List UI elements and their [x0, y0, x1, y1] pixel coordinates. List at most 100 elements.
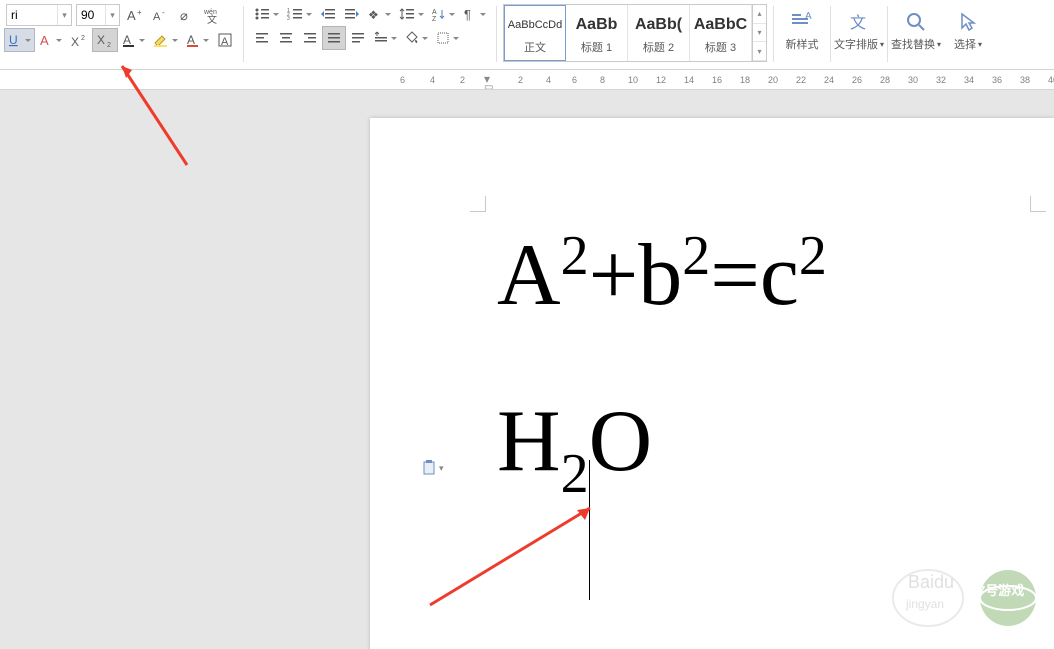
grow-font-button[interactable]: A+ — [122, 3, 148, 27]
text-direction-button[interactable]: ❖ — [364, 2, 395, 26]
style-item[interactable]: AaBb(标题 2 — [628, 5, 690, 61]
font-effects-button[interactable]: A — [35, 28, 66, 52]
align-distribute-button[interactable] — [346, 26, 370, 50]
ruler-tick: 20 — [768, 75, 778, 85]
align-right-button[interactable] — [298, 26, 322, 50]
search-icon — [904, 10, 928, 34]
chevron-down-icon: ▾ — [880, 40, 884, 49]
margin-corner — [470, 196, 486, 212]
svg-text:❖: ❖ — [368, 8, 379, 21]
font-size-combo[interactable]: ▾ — [76, 4, 120, 26]
ruler-tick: 38 — [1020, 75, 1030, 85]
font-color-button[interactable]: A — [182, 28, 213, 52]
font-name-combo[interactable]: ▾ — [6, 4, 72, 26]
text-fill-button[interactable]: A — [118, 28, 149, 52]
line-spacing-button[interactable] — [395, 2, 428, 26]
text: O — [589, 389, 653, 495]
superscript-text: 2 — [682, 223, 710, 290]
typeset-icon: 文 — [847, 10, 871, 34]
svg-text:A: A — [123, 33, 131, 47]
ruler-tick: 16 — [712, 75, 722, 85]
chevron-down-icon: ▾ — [937, 40, 941, 49]
chevron-down-icon[interactable]: ▾ — [105, 5, 119, 25]
typeset-button[interactable]: 文 文字排版▾ — [833, 2, 885, 60]
shrink-font-button[interactable]: A- — [148, 3, 174, 27]
find-replace-label: 查找替换 — [891, 36, 935, 52]
ruler-tick: 4 — [546, 75, 551, 85]
svg-text:⌀: ⌀ — [180, 8, 188, 23]
select-label: 选择 — [954, 36, 976, 52]
svg-text:A: A — [432, 9, 437, 16]
svg-text:3: 3 — [287, 16, 290, 21]
equation-line-2[interactable]: H 2 O — [497, 389, 994, 495]
sort-button[interactable]: AZ — [428, 2, 459, 26]
svg-text:Z: Z — [432, 16, 437, 21]
chevron-down-icon[interactable]: ▾ — [57, 5, 71, 25]
font-size-input[interactable] — [77, 8, 105, 22]
ruler-tick: 32 — [936, 75, 946, 85]
svg-text:文: 文 — [207, 13, 217, 24]
find-replace-button[interactable]: 查找替换▾ — [890, 2, 942, 60]
gallery-scroll[interactable]: ▴ ▾ ▾ — [752, 5, 766, 61]
align-justify-button[interactable] — [322, 26, 346, 50]
svg-text:U: U — [9, 33, 18, 47]
gallery-up-icon[interactable]: ▴ — [753, 5, 766, 24]
font-group: ▾ ▾ A+ A- ⌀ wén文 U A — [0, 2, 241, 67]
ruler-tick: 26 — [852, 75, 862, 85]
superscript-text: 2 — [799, 223, 827, 290]
select-icon — [956, 10, 980, 34]
gallery-down-icon[interactable]: ▾ — [753, 24, 766, 43]
ruler-tick: 6 — [400, 75, 405, 85]
ruler-tick: 28 — [880, 75, 890, 85]
svg-text:X: X — [71, 35, 79, 48]
equation-line-1[interactable]: A 2 +b 2 =c 2 — [497, 223, 994, 329]
svg-text:文: 文 — [850, 14, 866, 32]
paragraph-spacing-button[interactable] — [370, 26, 401, 50]
svg-text:+: + — [137, 8, 142, 17]
numbering-button[interactable]: 123 — [283, 2, 316, 26]
text: +b — [589, 223, 683, 329]
style-item[interactable]: AaBb标题 1 — [566, 5, 628, 61]
increase-indent-button[interactable] — [340, 2, 364, 26]
superscript-text: 2 — [561, 223, 589, 290]
ruler-tick: 2 — [518, 75, 523, 85]
paste-options-button[interactable]: ▾ — [422, 460, 444, 476]
select-button[interactable]: 选择▾ — [942, 2, 994, 60]
ruler-tick: 18 — [740, 75, 750, 85]
svg-text:A: A — [153, 11, 161, 23]
align-center-button[interactable] — [274, 26, 298, 50]
ruler[interactable]: ▾▭ 6422468101214161820222426283032343638… — [0, 70, 1054, 90]
highlight-button[interactable] — [149, 28, 182, 52]
show-marks-button[interactable]: ¶ — [459, 2, 490, 26]
svg-text:2: 2 — [81, 35, 85, 42]
bullets-button[interactable] — [250, 2, 283, 26]
text: A — [497, 223, 561, 329]
svg-text:2: 2 — [107, 42, 111, 48]
style-preview: AaBbC — [694, 11, 747, 39]
indent-handle-icon[interactable]: ▾▭ — [484, 72, 493, 90]
svg-text:A: A — [127, 8, 136, 23]
style-label: 正文 — [524, 39, 546, 55]
underline-button[interactable]: U — [4, 28, 35, 52]
align-left-button[interactable] — [250, 26, 274, 50]
character-border-button[interactable]: A — [213, 28, 237, 52]
gallery-more-icon[interactable]: ▾ — [753, 42, 766, 61]
decrease-indent-button[interactable] — [316, 2, 340, 26]
watermark-logo: Baidu jingyan 7号游戏 — [878, 553, 1048, 643]
document-body[interactable]: A 2 +b 2 =c 2 H 2 O — [497, 223, 994, 494]
clear-format-button[interactable]: ⌀ — [174, 3, 200, 27]
typeset-label: 文字排版 — [834, 36, 878, 52]
superscript-button[interactable]: X2 — [66, 28, 92, 52]
subscript-button[interactable]: X2 — [92, 28, 118, 52]
style-item[interactable]: AaBbCcDd正文 — [504, 5, 566, 61]
font-name-input[interactable] — [7, 8, 57, 22]
margin-corner — [1030, 196, 1046, 212]
shading-button[interactable] — [401, 26, 432, 50]
new-style-button[interactable]: A 新样式 — [776, 2, 828, 60]
ruler-tick: 36 — [992, 75, 1002, 85]
phonetic-guide-button[interactable]: wén文 — [200, 3, 228, 27]
borders-button[interactable] — [432, 26, 463, 50]
svg-text:A: A — [221, 36, 229, 48]
style-item[interactable]: AaBbC标题 3 — [690, 5, 752, 61]
paste-options-icon — [422, 460, 436, 476]
